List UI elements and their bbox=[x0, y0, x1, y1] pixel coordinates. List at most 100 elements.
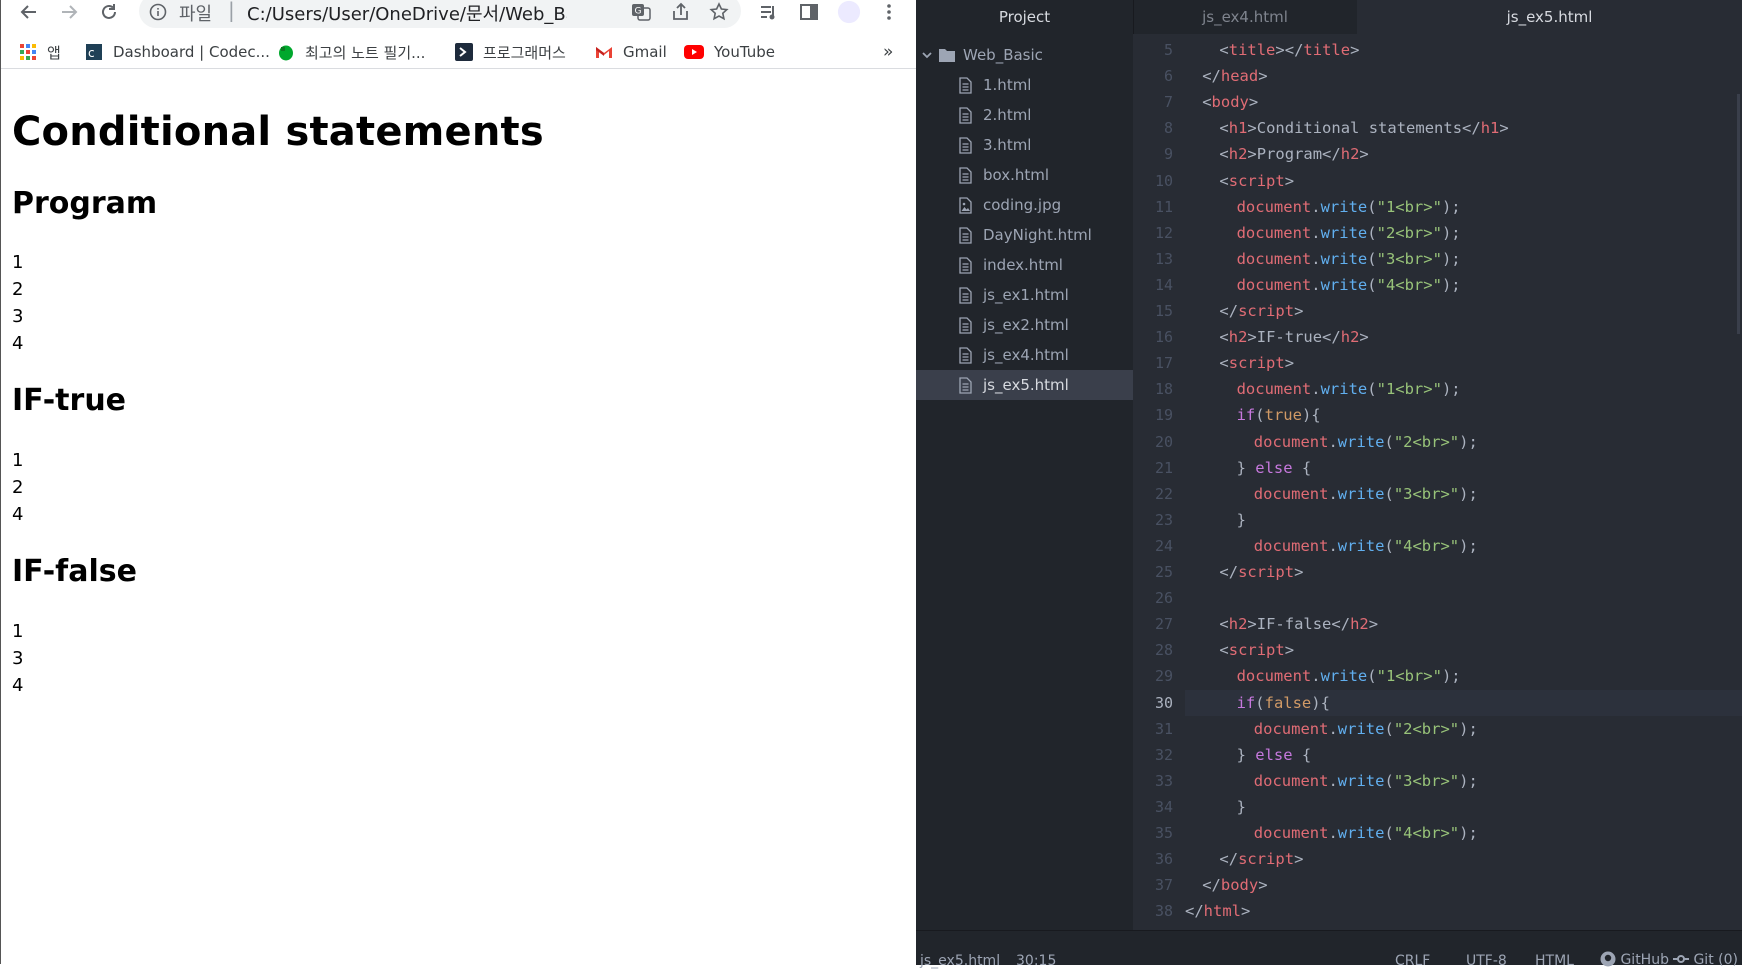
code-token: . bbox=[1311, 275, 1321, 294]
share-icon[interactable] bbox=[669, 0, 693, 24]
reload-icon[interactable] bbox=[97, 0, 121, 24]
code-line[interactable]: </head> bbox=[1202, 63, 1267, 89]
code-line[interactable]: <title></title> bbox=[1219, 37, 1359, 63]
code-line[interactable]: </body> bbox=[1202, 872, 1267, 898]
code-line[interactable]: document.write("1<br>"); bbox=[1237, 663, 1461, 689]
code-line[interactable]: </script> bbox=[1219, 559, 1303, 585]
code-line[interactable]: <body> bbox=[1202, 89, 1258, 115]
code-line[interactable]: <script> bbox=[1219, 637, 1294, 663]
code-line[interactable]: </script> bbox=[1219, 846, 1303, 872]
code-token: } bbox=[1236, 458, 1256, 477]
code-token: write bbox=[1337, 771, 1385, 790]
code-line[interactable]: } bbox=[1237, 794, 1246, 820]
code-line[interactable]: <script> bbox=[1219, 350, 1294, 376]
tree-file-item[interactable]: DayNight.html bbox=[916, 220, 1133, 250]
code-line[interactable]: document.write("3<br>"); bbox=[1237, 246, 1461, 272]
code-token: document bbox=[1236, 275, 1312, 294]
bookmark-codecademy[interactable]: c Dashboard | Codec... bbox=[85, 42, 270, 62]
tree-file-item[interactable]: 3.html bbox=[916, 130, 1133, 160]
profile-avatar[interactable] bbox=[837, 0, 861, 24]
code-line[interactable]: if(false){ bbox=[1237, 690, 1330, 716]
code-token: . bbox=[1328, 484, 1338, 503]
star-icon[interactable] bbox=[707, 0, 731, 24]
file-text-icon bbox=[959, 106, 972, 124]
code-token: write bbox=[1320, 249, 1368, 268]
code-line[interactable]: </script> bbox=[1219, 298, 1303, 324]
tree-file-item[interactable]: coding.jpg bbox=[916, 190, 1133, 220]
kebab-menu-icon[interactable] bbox=[877, 0, 901, 24]
code-line[interactable]: </html> bbox=[1185, 898, 1250, 924]
back-icon[interactable] bbox=[17, 0, 41, 24]
bookmark-label: Dashboard | Codec... bbox=[113, 43, 270, 61]
code-area[interactable]: <title></title> </head> <body> <h1>Conditio… bbox=[1185, 34, 1742, 930]
tab-project[interactable]: Project bbox=[916, 0, 1133, 34]
tree-file-item[interactable]: 2.html bbox=[916, 100, 1133, 130]
code-token: write bbox=[1320, 223, 1368, 242]
status-git[interactable]: Git (0) bbox=[1673, 951, 1738, 968]
code-line[interactable]: document.write("4<br>"); bbox=[1254, 820, 1478, 846]
side-panel-icon[interactable] bbox=[797, 0, 821, 24]
code-token: write bbox=[1337, 536, 1385, 555]
code-line[interactable]: document.write("2<br>"); bbox=[1254, 429, 1478, 455]
tree-folder-web-basic[interactable]: Web_Basic bbox=[916, 40, 1133, 70]
code-token: "1<br>" bbox=[1376, 380, 1442, 399]
scrollbar[interactable] bbox=[1734, 34, 1742, 930]
code-line[interactable]: <h1>Conditional statements</h1> bbox=[1219, 115, 1508, 141]
code-line[interactable]: if(true){ bbox=[1237, 402, 1321, 428]
code-line[interactable]: } else { bbox=[1237, 742, 1312, 768]
bookmarks-overflow-button[interactable]: » bbox=[883, 42, 893, 62]
code-line[interactable]: <script> bbox=[1219, 168, 1294, 194]
status-line-ending[interactable]: CRLF bbox=[1395, 953, 1430, 969]
tree-file-item[interactable]: index.html bbox=[916, 250, 1133, 280]
line-number: 28 bbox=[1154, 641, 1173, 660]
line-number: 27 bbox=[1154, 615, 1173, 634]
url-text[interactable]: C:/Users/User/OneDrive/문서/Web_Basic/js_e… bbox=[247, 0, 567, 26]
output-line: 1 bbox=[12, 252, 24, 273]
tree-file-item[interactable]: 1.html bbox=[916, 70, 1133, 100]
info-icon[interactable] bbox=[149, 3, 167, 21]
code-line[interactable]: <h2>Program</h2> bbox=[1219, 141, 1368, 167]
bookmark-youtube[interactable]: YouTube bbox=[684, 42, 775, 62]
forward-icon[interactable] bbox=[57, 0, 81, 24]
tree-file-item[interactable]: box.html bbox=[916, 160, 1133, 190]
status-git-label: Git (0) bbox=[1693, 952, 1738, 968]
tree-file-item[interactable]: js_ex1.html bbox=[916, 280, 1133, 310]
code-line[interactable]: document.write("3<br>"); bbox=[1254, 768, 1478, 794]
tree-file-item[interactable]: js_ex5.html bbox=[916, 370, 1133, 400]
bookmark-programmers[interactable]: 프로그래머스 bbox=[455, 42, 566, 62]
code-line[interactable]: document.write("2<br>"); bbox=[1237, 220, 1461, 246]
code-line[interactable]: } else { bbox=[1237, 455, 1312, 481]
media-queue-icon[interactable] bbox=[757, 0, 781, 24]
bookmark-gmail[interactable]: Gmail bbox=[595, 42, 667, 62]
bookmark-apps[interactable]: 앱 bbox=[19, 42, 61, 62]
code-token: ); bbox=[1459, 484, 1478, 503]
status-cursor-position[interactable]: 30:15 bbox=[1016, 953, 1056, 969]
tree-file-item[interactable]: js_ex2.html bbox=[916, 310, 1133, 340]
code-token: ( bbox=[1384, 771, 1394, 790]
bookmarks-bar: 앱 c Dashboard | Codec... 최고의 노트 필기... 프로… bbox=[1, 36, 916, 69]
tab-js-ex5[interactable]: js_ex5.html bbox=[1357, 0, 1742, 34]
code-line[interactable]: document.write("2<br>"); bbox=[1254, 716, 1478, 742]
code-token: ); bbox=[1441, 667, 1461, 686]
status-grammar[interactable]: HTML bbox=[1535, 953, 1574, 969]
code-token: . bbox=[1328, 432, 1338, 451]
status-encoding[interactable]: UTF-8 bbox=[1466, 953, 1507, 969]
code-line[interactable]: document.write("1<br>"); bbox=[1237, 194, 1461, 220]
code-token: > bbox=[1241, 902, 1251, 921]
translate-icon[interactable]: G bbox=[629, 0, 653, 24]
code-line[interactable]: <h2>IF-false</h2> bbox=[1219, 611, 1378, 637]
status-github[interactable]: GitHub bbox=[1600, 951, 1669, 968]
code-line[interactable]: <h2>IF-true</h2> bbox=[1219, 324, 1368, 350]
folder-icon bbox=[939, 49, 955, 62]
code-line[interactable]: document.write("4<br>"); bbox=[1237, 272, 1461, 298]
tree-file-item[interactable]: js_ex4.html bbox=[916, 340, 1133, 370]
code-line[interactable]: document.write("4<br>"); bbox=[1254, 533, 1478, 559]
code-token: ); bbox=[1441, 275, 1461, 294]
bookmark-evernote[interactable]: 최고의 노트 필기... bbox=[277, 42, 425, 62]
tab-js-ex4[interactable]: js_ex4.html bbox=[1133, 0, 1357, 34]
status-file[interactable]: js_ex5.html bbox=[920, 953, 1000, 969]
code-line[interactable]: } bbox=[1237, 507, 1246, 533]
code-line[interactable]: document.write("3<br>"); bbox=[1254, 481, 1478, 507]
code-line[interactable]: document.write("1<br>"); bbox=[1237, 376, 1461, 402]
address-bar[interactable]: 파일 | C:/Users/User/OneDrive/문서/Web_Basic… bbox=[139, 0, 741, 28]
